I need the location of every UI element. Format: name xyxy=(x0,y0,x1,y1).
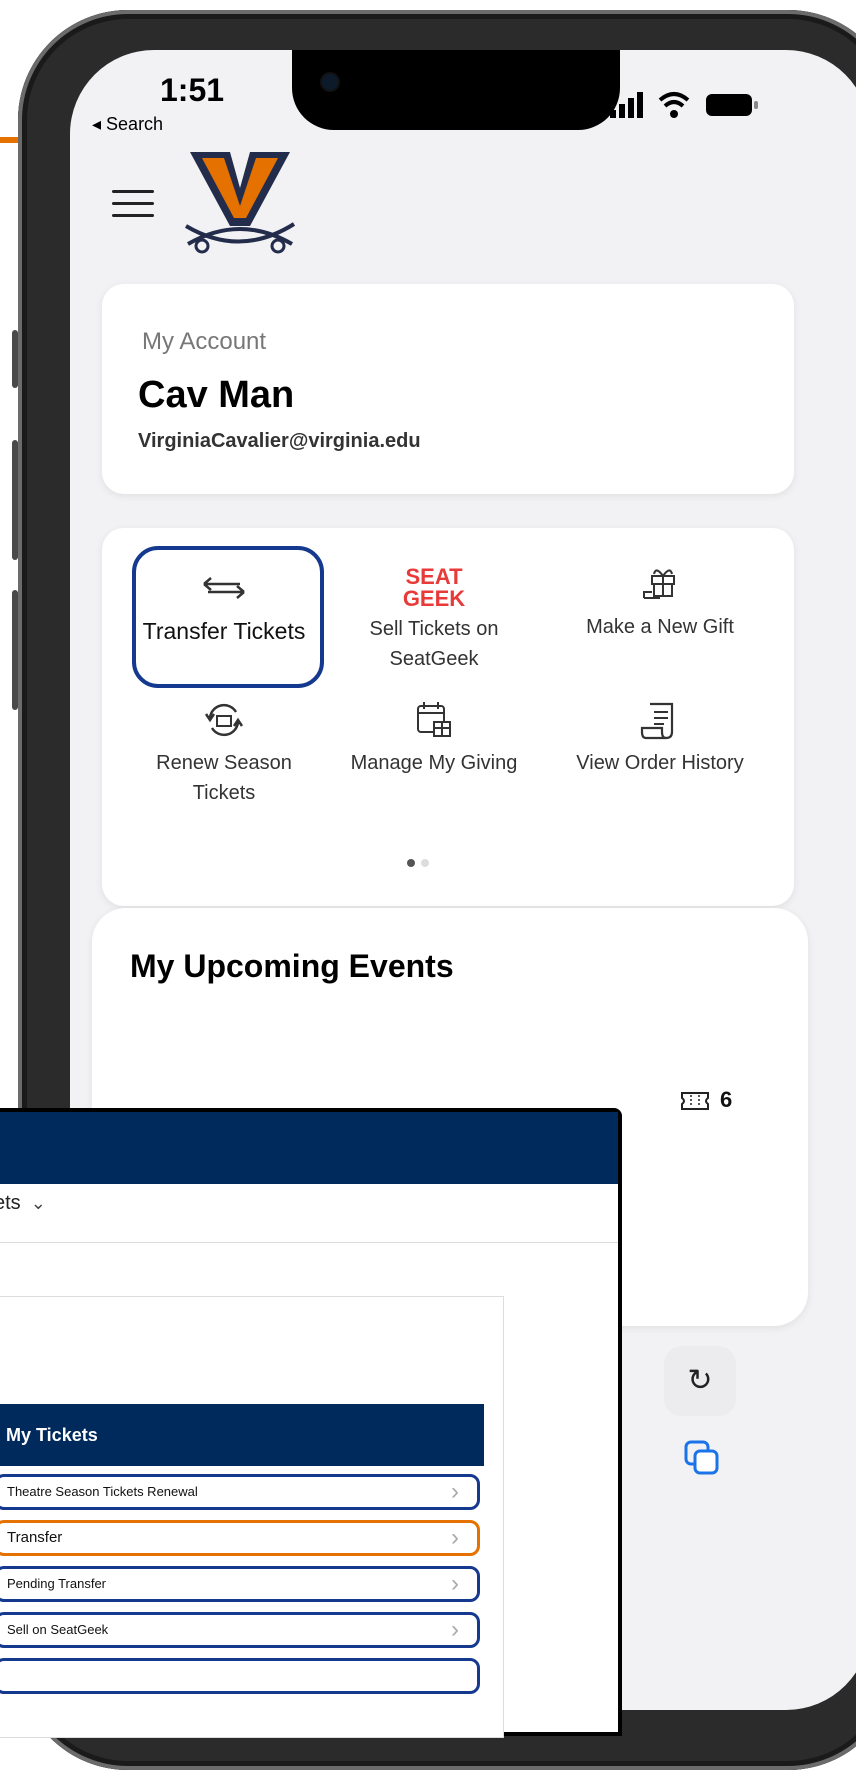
back-to-search-link[interactable]: ◂ Search xyxy=(92,114,163,135)
transfer-tickets-button[interactable]: Transfer Tickets xyxy=(132,568,316,648)
manage-giving-label: Manage My Giving xyxy=(350,752,518,774)
gift-icon xyxy=(643,569,675,599)
calendar-gift-icon xyxy=(417,702,451,737)
transfer-item[interactable]: Transfer › xyxy=(0,1520,480,1556)
chevron-down-icon: ⌄ xyxy=(30,1193,46,1213)
seatgeek-logo-line2: GEEK xyxy=(402,586,466,611)
quick-actions-card: Transfer Tickets SEAT GEEK Sell Tickets … xyxy=(102,528,794,906)
make-gift-label: Make a New Gift xyxy=(586,616,734,638)
chevron-right-icon: › xyxy=(451,1524,459,1551)
make-new-gift-button[interactable]: Make a New Gift xyxy=(550,564,770,642)
my-tickets-header: My Tickets xyxy=(0,1404,484,1466)
notch xyxy=(292,50,620,130)
ticket-item-label: Theatre Season Tickets Renewal xyxy=(7,1484,198,1499)
sell-on-seatgeek-item[interactable]: Sell on SeatGeek › xyxy=(0,1612,480,1648)
transfer-tickets-label: Transfer Tickets xyxy=(142,618,306,644)
signal-icon xyxy=(610,92,643,118)
renew-season-label: Renew Season Tickets xyxy=(156,752,292,804)
overlay-header-bar xyxy=(0,1112,618,1184)
seatgeek-logo: SEAT GEEK xyxy=(324,566,544,614)
renew-season-tickets-button[interactable]: Renew Season Tickets xyxy=(132,700,316,808)
sell-tickets-seatgeek-button[interactable]: SEAT GEEK Sell Tickets on SeatGeek xyxy=(324,566,544,674)
uva-logo xyxy=(184,152,296,254)
reload-button[interactable]: ↻ xyxy=(664,1346,736,1416)
ticket-item-label: Sell on SeatGeek xyxy=(7,1622,109,1637)
overlay-tab-label: ets xyxy=(0,1192,21,1214)
ticket-count-value: 6 xyxy=(720,1087,733,1112)
desktop-window-overlay: ets ⌄ My Tickets Theatre Season Tickets R… xyxy=(0,1108,622,1738)
ticket-icon xyxy=(681,1092,709,1111)
ticket-item-label: Transfer xyxy=(7,1529,63,1546)
chevron-right-icon: › xyxy=(451,1616,459,1643)
status-icons xyxy=(610,92,758,118)
account-label: My Account xyxy=(142,328,267,355)
divider xyxy=(0,1242,618,1243)
ticket-item-label: Pending Transfer xyxy=(7,1576,107,1591)
manage-my-giving-button[interactable]: Manage My Giving xyxy=(324,700,544,778)
renew-icon xyxy=(204,703,244,737)
chevron-right-icon: › xyxy=(451,1570,459,1597)
status-time: 1:51 xyxy=(160,72,225,108)
transfer-arrows-icon xyxy=(203,577,245,599)
volume-up-button xyxy=(12,440,18,560)
order-history-label: View Order History xyxy=(576,752,744,774)
account-email: VirginiaCavalier@virginia.edu xyxy=(138,430,421,452)
theatre-renewal-item[interactable]: Theatre Season Tickets Renewal › xyxy=(0,1474,480,1510)
volume-down-button xyxy=(12,590,18,710)
account-card[interactable]: My Account Cav Man VirginiaCavalier@virg… xyxy=(102,284,794,494)
ticket-count: 6 xyxy=(680,1087,732,1113)
battery-icon xyxy=(706,94,758,116)
view-order-history-button[interactable]: View Order History xyxy=(550,700,770,778)
side-button xyxy=(12,330,18,388)
tabs-icon[interactable] xyxy=(684,1440,720,1476)
camera xyxy=(322,74,338,90)
overlay-tickets-tab[interactable]: ets ⌄ xyxy=(0,1192,46,1215)
pagination-dots[interactable] xyxy=(404,854,432,872)
sell-tickets-label: Sell Tickets on SeatGeek xyxy=(369,618,499,670)
receipt-icon xyxy=(640,702,674,740)
page-dot[interactable] xyxy=(421,859,429,867)
refresh-icon: ↻ xyxy=(687,1364,713,1397)
account-name: Cav Man xyxy=(138,374,295,416)
seatgeek-logo-line1: SEAT xyxy=(405,564,463,589)
menu-icon[interactable] xyxy=(112,190,154,220)
pending-transfer-item[interactable]: Pending Transfer › xyxy=(0,1566,480,1602)
upcoming-events-title: My Upcoming Events xyxy=(130,948,454,984)
wifi-icon xyxy=(658,92,690,118)
list-item[interactable] xyxy=(0,1658,480,1694)
page-dot-active[interactable] xyxy=(407,859,415,867)
chevron-right-icon: › xyxy=(451,1478,459,1505)
